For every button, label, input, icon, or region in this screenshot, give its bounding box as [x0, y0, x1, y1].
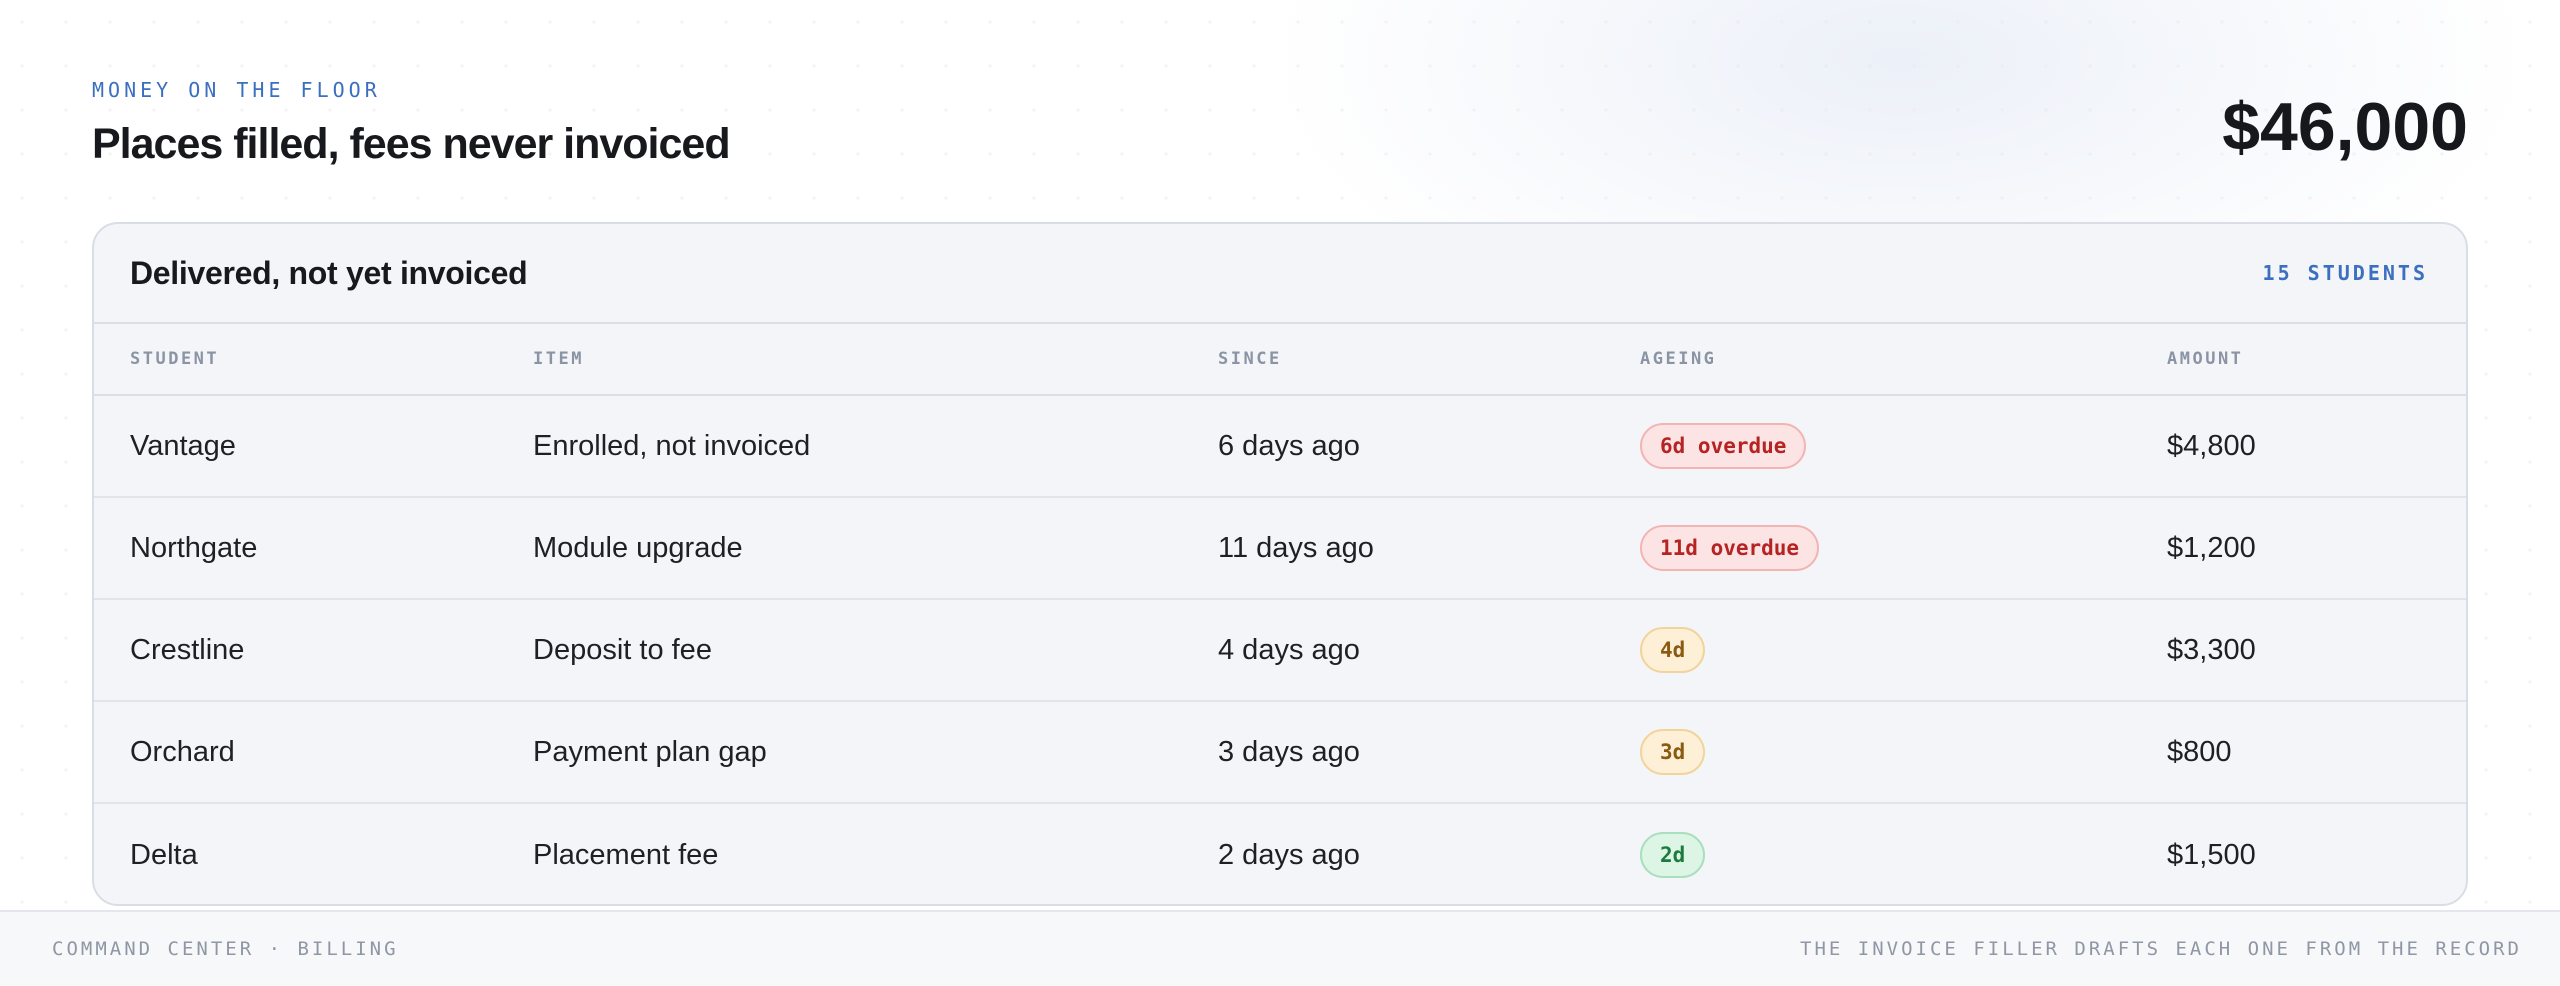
cell-student: Orchard	[130, 735, 235, 768]
student-count-badge: 15 STUDENTS	[2262, 261, 2428, 285]
ageing-badge-overdue: 6d overdue	[1640, 423, 1807, 469]
total-amount: $46,000	[2222, 89, 2468, 165]
table-body: Vantage Enrolled, not invoiced 6 days ag…	[94, 396, 2466, 904]
cell-since: 2 days ago	[1218, 838, 1360, 871]
cell-ageing: 11d overdue	[1640, 525, 2167, 571]
cell-amount: $1,200	[2167, 531, 2256, 564]
cell-amount: $1,500	[2167, 838, 2256, 871]
uninvoiced-card: Delivered, not yet invoiced 15 STUDENTS …	[92, 222, 2468, 906]
footer-breadcrumb: COMMAND CENTER · BILLING	[52, 938, 399, 960]
cell-item: Enrolled, not invoiced	[533, 429, 811, 462]
cell-ageing: 2d	[1640, 832, 2167, 878]
table-row[interactable]: Orchard Payment plan gap 3 days ago 3d $…	[94, 702, 2466, 804]
cell-student: Northgate	[130, 531, 258, 564]
cell-since: 11 days ago	[1218, 531, 1374, 564]
cell-since: 4 days ago	[1218, 633, 1360, 666]
ageing-badge-warning: 3d	[1640, 729, 1706, 775]
column-header-item[interactable]: ITEM	[533, 349, 1218, 369]
table-row[interactable]: Crestline Deposit to fee 4 days ago 4d $…	[94, 600, 2466, 702]
table-row[interactable]: Delta Placement fee 2 days ago 2d $1,500	[94, 804, 2466, 904]
cell-ageing: 6d overdue	[1640, 423, 2167, 469]
table-header: STUDENT ITEM SINCE AGEING AMOUNT	[94, 324, 2466, 396]
ageing-badge-warning: 4d	[1640, 627, 1706, 673]
ageing-badge-overdue: 11d overdue	[1640, 525, 1820, 571]
card-header: Delivered, not yet invoiced 15 STUDENTS	[94, 224, 2466, 324]
page-title: Places filled, fees never invoiced	[92, 120, 731, 168]
column-header-student[interactable]: STUDENT	[130, 349, 533, 369]
column-header-amount[interactable]: AMOUNT	[2167, 349, 2447, 369]
cell-item: Payment plan gap	[533, 735, 767, 768]
table-row[interactable]: Vantage Enrolled, not invoiced 6 days ag…	[94, 396, 2466, 498]
cell-item: Placement fee	[533, 838, 719, 871]
section-eyebrow: MONEY ON THE FLOOR	[92, 78, 381, 102]
cell-item: Module upgrade	[533, 531, 743, 564]
cell-amount: $800	[2167, 735, 2232, 768]
footer-bar: COMMAND CENTER · BILLING THE INVOICE FIL…	[0, 910, 2560, 986]
column-header-since[interactable]: SINCE	[1218, 349, 1640, 369]
page-header: MONEY ON THE FLOOR Places filled, fees n…	[92, 78, 2468, 178]
table-row[interactable]: Northgate Module upgrade 11 days ago 11d…	[94, 498, 2466, 600]
cell-student: Vantage	[130, 429, 236, 462]
card-title: Delivered, not yet invoiced	[130, 254, 528, 291]
cell-student: Delta	[130, 838, 198, 871]
cell-ageing: 3d	[1640, 729, 2167, 775]
column-header-ageing[interactable]: AGEING	[1640, 349, 2167, 369]
ageing-badge-ok: 2d	[1640, 832, 1706, 878]
cell-amount: $3,300	[2167, 633, 2256, 666]
cell-since: 3 days ago	[1218, 735, 1360, 768]
footer-note: THE INVOICE FILLER DRAFTS EACH ONE FROM …	[1800, 938, 2522, 960]
cell-ageing: 4d	[1640, 627, 2167, 673]
cell-student: Crestline	[130, 633, 245, 666]
billing-page: MONEY ON THE FLOOR Places filled, fees n…	[0, 0, 2560, 986]
cell-since: 6 days ago	[1218, 429, 1360, 462]
cell-amount: $4,800	[2167, 429, 2256, 462]
cell-item: Deposit to fee	[533, 633, 712, 666]
